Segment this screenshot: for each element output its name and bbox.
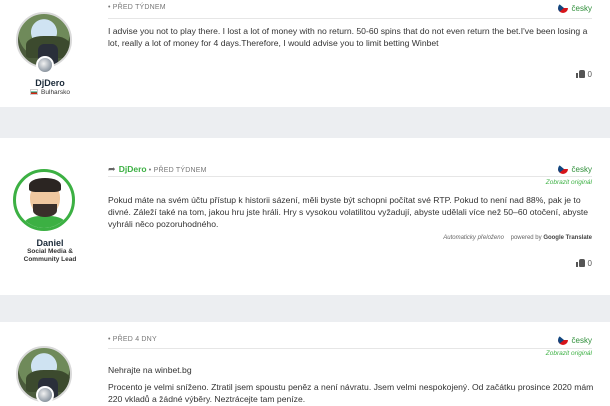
czech-flag-icon — [557, 3, 568, 13]
translation-attribution: Automaticky přeloženo powered by Google … — [443, 235, 592, 241]
like-count: 0 — [587, 70, 592, 79]
post-time: PŘED TÝDNEM — [153, 167, 207, 174]
user-role: Social Media & Community Lead — [23, 248, 77, 263]
review-card: • PŘED 4 DNY česky Zobrazit originál Neh… — [0, 322, 610, 406]
post-meta: • PŘED TÝDNEM — [108, 4, 166, 11]
auto-translated-label: Automaticky přeloženo — [443, 235, 504, 241]
divider — [108, 348, 592, 349]
user-name[interactable]: Daniel — [0, 238, 100, 248]
language-label: česky — [571, 165, 592, 174]
thumbs-up-icon — [575, 259, 585, 267]
reply-arrow-icon: ➦ — [108, 164, 116, 174]
review-text: Pokud máte na svém účtu přístup k histor… — [108, 195, 589, 229]
like-button[interactable]: 0 — [575, 259, 592, 268]
rank-badge-icon — [36, 386, 54, 404]
review-title: Nehrajte na winbet.bg — [108, 365, 192, 375]
google-translate-label: Google Translate — [543, 235, 592, 241]
powered-by-label: powered by — [510, 235, 542, 241]
user-name[interactable]: DjDero — [0, 78, 100, 88]
review-card: DjDero Bulharsko • PŘED TÝDNEM česky I a… — [0, 0, 610, 107]
reply-card: Daniel Social Media & Community Lead ➦ Dj… — [0, 138, 610, 295]
show-original-link[interactable]: Zobrazit originál — [546, 350, 592, 357]
divider — [108, 18, 592, 19]
user-avatar[interactable] — [13, 169, 75, 231]
language-selector[interactable]: česky — [557, 335, 592, 345]
divider — [108, 176, 592, 177]
language-selector[interactable]: česky — [557, 3, 592, 13]
user-country: Bulharsko — [0, 89, 100, 96]
thumbs-up-icon — [575, 70, 585, 78]
post-meta: ➦ DjDero • PŘED TÝDNEM — [108, 164, 207, 174]
bulgaria-flag-icon — [30, 89, 39, 95]
review-text: I advise you not to play there. I lost a… — [108, 26, 588, 48]
post-time: PŘED TÝDNEM — [112, 4, 166, 11]
reply-to-user[interactable]: DjDero — [119, 164, 147, 174]
post-time: PŘED 4 DNY — [112, 336, 157, 343]
review-text: Procento je velmi sníženo. Ztratil jsem … — [108, 382, 594, 404]
like-button[interactable]: 0 — [575, 70, 592, 79]
post-meta: • PŘED 4 DNY — [108, 336, 157, 343]
czech-flag-icon — [557, 335, 568, 345]
show-original-link[interactable]: Zobrazit originál — [546, 179, 592, 186]
language-label: česky — [571, 336, 592, 345]
rank-badge-icon — [36, 56, 54, 74]
czech-flag-icon — [557, 164, 568, 174]
like-count: 0 — [587, 259, 592, 268]
country-label: Bulharsko — [41, 89, 70, 96]
language-selector[interactable]: česky — [557, 164, 592, 174]
language-label: česky — [571, 4, 592, 13]
